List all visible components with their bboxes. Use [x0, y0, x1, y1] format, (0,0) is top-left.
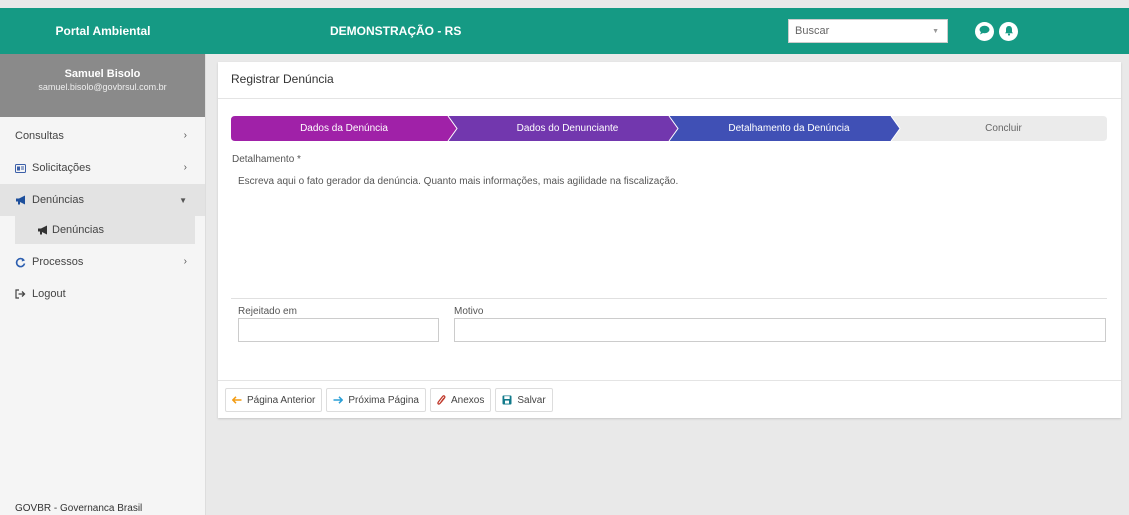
- next-page-button[interactable]: Próxima Página: [326, 388, 426, 412]
- sidebar-subitem-denuncias[interactable]: Denúncias: [15, 216, 195, 244]
- chevron-right-icon: ›: [183, 130, 187, 141]
- reason-field[interactable]: [454, 318, 1106, 342]
- search-placeholder: Buscar: [795, 25, 830, 37]
- sidebar-item-label: Logout: [32, 288, 66, 300]
- wizard-steps: Dados da Denúncia Dados do Denunciante D…: [231, 116, 1107, 141]
- sidebar-item-solicitacoes[interactable]: Solicitações ›: [0, 152, 205, 184]
- divider: [231, 298, 1107, 299]
- previous-page-button[interactable]: Página Anterior: [225, 388, 323, 412]
- org-title: DEMONSTRAÇÃO - RS: [330, 24, 462, 38]
- megaphone-icon: [15, 195, 29, 205]
- search-select[interactable]: Buscar ▼: [788, 19, 948, 43]
- chevron-down-icon: ▼: [932, 28, 939, 35]
- chevron-right-icon: ›: [183, 162, 187, 173]
- chevron-right-icon: ›: [183, 256, 187, 267]
- user-name: Samuel Bisolo: [64, 68, 141, 80]
- step-dados-denuncia[interactable]: Dados da Denúncia: [231, 116, 457, 141]
- step-concluir[interactable]: Concluir: [900, 116, 1107, 141]
- sidebar-item-logout[interactable]: Logout: [0, 278, 205, 310]
- notifications-button[interactable]: [999, 22, 1018, 41]
- chat-button[interactable]: [975, 22, 994, 41]
- sidebar-item-label: Processos: [32, 256, 84, 268]
- step-dados-denunciante[interactable]: Dados do Denunciante: [457, 116, 678, 141]
- divider: [218, 98, 1121, 99]
- sidebar-item-label: Solicitações: [32, 162, 91, 174]
- logout-icon: [15, 289, 29, 299]
- sidebar-item-consultas[interactable]: Consultas ›: [0, 120, 205, 152]
- sidebar-item-label: Denúncias: [32, 194, 84, 206]
- page-title: Registrar Denúncia: [231, 72, 334, 86]
- sidebar-subitem-label: Denúncias: [52, 224, 104, 236]
- detail-label: Detalhamento *: [232, 154, 301, 165]
- sidebar: Samuel Bisolo samuel.bisolo@govbrsul.com…: [0, 54, 206, 515]
- detail-textarea[interactable]: Escreva aqui o fato gerador da denúncia.…: [238, 176, 678, 187]
- megaphone-icon: [37, 225, 49, 235]
- reason-label: Motivo: [454, 306, 484, 317]
- action-bar: Página Anterior Próxima Página Anexos Sa…: [225, 388, 553, 412]
- sidebar-item-denuncias[interactable]: Denúncias ▼: [0, 184, 205, 216]
- refresh-icon: [15, 257, 29, 268]
- step-detalhamento[interactable]: Detalhamento da Denúncia: [678, 116, 900, 141]
- attachments-button[interactable]: Anexos: [429, 388, 492, 412]
- paperclip-icon: [437, 394, 446, 406]
- bell-icon: [1004, 25, 1014, 39]
- chat-icon: [979, 25, 990, 38]
- arrow-left-icon: [232, 396, 242, 404]
- rejected-label: Rejeitado em: [238, 306, 297, 317]
- register-complaint-card: Registrar Denúncia Dados da Denúncia Dad…: [218, 62, 1121, 418]
- id-card-icon: [15, 163, 29, 173]
- save-button[interactable]: Salvar: [495, 388, 553, 412]
- arrow-right-icon: [333, 396, 344, 404]
- user-email: samuel.bisolo@govbrsul.com.br: [38, 82, 167, 92]
- user-profile: Samuel Bisolo samuel.bisolo@govbrsul.com…: [0, 54, 205, 117]
- floppy-disk-icon: [502, 395, 512, 405]
- sidebar-item-label: Consultas: [15, 130, 64, 142]
- app-title[interactable]: Portal Ambiental: [0, 8, 206, 54]
- divider: [218, 380, 1121, 381]
- chevron-down-icon: ▼: [179, 196, 187, 205]
- top-bar: Portal Ambiental DEMONSTRAÇÃO - RS Busca…: [0, 8, 1129, 54]
- sidebar-item-processos[interactable]: Processos ›: [0, 246, 205, 278]
- footer-text: GOVBR - Governanca Brasil: [15, 503, 143, 514]
- rejected-date-field[interactable]: [238, 318, 439, 342]
